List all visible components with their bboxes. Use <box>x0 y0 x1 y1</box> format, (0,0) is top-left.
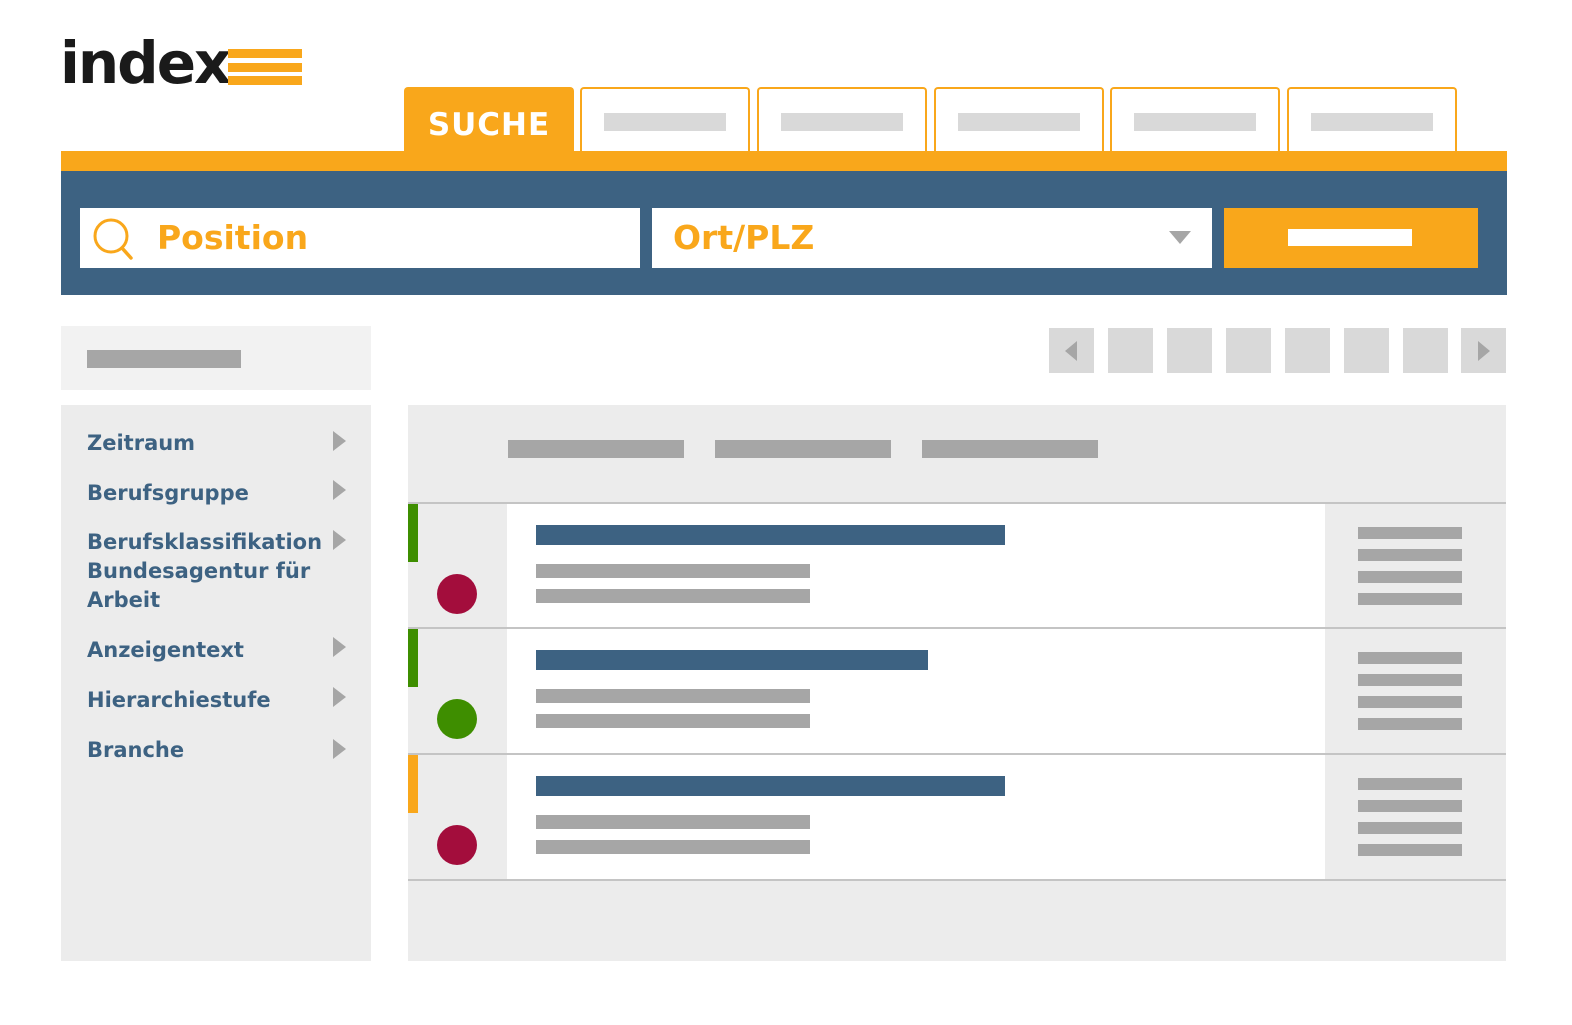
result-text-placeholder <box>536 714 810 728</box>
prev-page-button[interactable] <box>1049 328 1094 373</box>
result-row[interactable] <box>408 502 1506 628</box>
logo: index <box>60 30 310 100</box>
tab-bar-strip <box>61 151 1507 171</box>
result-title-placeholder[interactable] <box>536 650 928 670</box>
next-page-icon <box>1478 341 1490 361</box>
filter-zeitraum[interactable]: Zeitraum <box>87 429 357 458</box>
position-label: Position <box>157 218 309 257</box>
result-meta-placeholder <box>1358 674 1462 686</box>
page-button[interactable] <box>1344 328 1389 373</box>
search-button[interactable] <box>1224 208 1478 268</box>
page-button[interactable] <box>1226 328 1271 373</box>
filter-hierarchiestufe[interactable]: Hierarchiestufe <box>87 686 357 715</box>
result-meta-placeholder <box>1358 593 1462 605</box>
location-select[interactable]: Ort/PLZ <box>652 208 1212 268</box>
tab-placeholder <box>1134 113 1256 131</box>
result-stripe <box>408 755 418 813</box>
result-meta-placeholder <box>1358 571 1462 583</box>
tab-3[interactable] <box>757 87 927 153</box>
tab-4[interactable] <box>934 87 1104 153</box>
result-meta-placeholder <box>1358 527 1462 539</box>
tab-label: SUCHE <box>427 107 551 143</box>
result-stripe <box>408 504 418 562</box>
search-button-label-placeholder <box>1288 229 1412 246</box>
position-input[interactable]: Position <box>80 208 640 268</box>
filter-branche[interactable]: Branche <box>87 736 357 765</box>
result-meta-placeholder <box>1358 696 1462 708</box>
location-label: Ort/PLZ <box>673 218 815 257</box>
results-divider <box>408 879 1506 881</box>
logo-bar <box>228 76 302 85</box>
filter-berufsgruppe[interactable]: Berufsgruppe <box>87 479 357 508</box>
result-meta-placeholder <box>1358 778 1462 790</box>
sidebar-header-placeholder <box>87 350 241 368</box>
logo-bar <box>228 63 302 72</box>
result-title-placeholder[interactable] <box>536 776 1005 796</box>
tab-placeholder <box>1311 113 1433 131</box>
column-header-placeholder[interactable] <box>508 440 684 458</box>
logo-bar <box>228 49 302 58</box>
status-dot <box>437 825 477 865</box>
result-text-placeholder <box>536 589 810 603</box>
result-meta-placeholder <box>1358 549 1462 561</box>
tab-2[interactable] <box>580 87 750 153</box>
page-button[interactable] <box>1167 328 1212 373</box>
result-title-placeholder[interactable] <box>536 525 1005 545</box>
next-page-button[interactable] <box>1461 328 1506 373</box>
result-meta-placeholder <box>1358 844 1462 856</box>
page-button[interactable] <box>1108 328 1153 373</box>
tab-placeholder <box>781 113 903 131</box>
tab-6[interactable] <box>1287 87 1457 153</box>
result-text-placeholder <box>536 564 810 578</box>
result-meta-placeholder <box>1358 652 1462 664</box>
chevron-right-icon[interactable] <box>333 687 346 707</box>
status-dot <box>437 699 477 739</box>
chevron-right-icon[interactable] <box>333 637 346 657</box>
filter-berufsklassifikation[interactable]: Berufsklassifikation Bundesagentur für A… <box>87 528 357 615</box>
result-text-placeholder <box>536 689 810 703</box>
search-icon <box>93 218 133 260</box>
chevron-right-icon[interactable] <box>333 530 346 550</box>
result-meta-placeholder <box>1358 718 1462 730</box>
filter-sidebar: Zeitraum Berufsgruppe Berufsklassifikati… <box>61 405 371 961</box>
result-row[interactable] <box>408 753 1506 879</box>
prev-page-icon <box>1065 341 1077 361</box>
result-text-placeholder <box>536 840 810 854</box>
chevron-right-icon[interactable] <box>333 431 346 451</box>
status-dot <box>437 574 477 614</box>
result-text-placeholder <box>536 815 810 829</box>
tab-5[interactable] <box>1110 87 1280 153</box>
tab-suche[interactable]: SUCHE <box>404 87 574 153</box>
chevron-right-icon[interactable] <box>333 739 346 759</box>
logo-wordmark: index <box>60 29 231 97</box>
chevron-down-icon <box>1169 231 1191 244</box>
chevron-right-icon[interactable] <box>333 480 346 500</box>
result-meta-placeholder <box>1358 800 1462 812</box>
result-row[interactable] <box>408 627 1506 753</box>
tab-placeholder <box>958 113 1080 131</box>
result-meta-placeholder <box>1358 822 1462 834</box>
filter-anzeigentext[interactable]: Anzeigentext <box>87 636 357 665</box>
column-header-placeholder[interactable] <box>922 440 1098 458</box>
result-stripe <box>408 629 418 687</box>
page-button[interactable] <box>1285 328 1330 373</box>
sidebar-header <box>61 326 371 390</box>
tab-placeholder <box>604 113 726 131</box>
column-header-placeholder[interactable] <box>715 440 891 458</box>
page-button[interactable] <box>1403 328 1448 373</box>
